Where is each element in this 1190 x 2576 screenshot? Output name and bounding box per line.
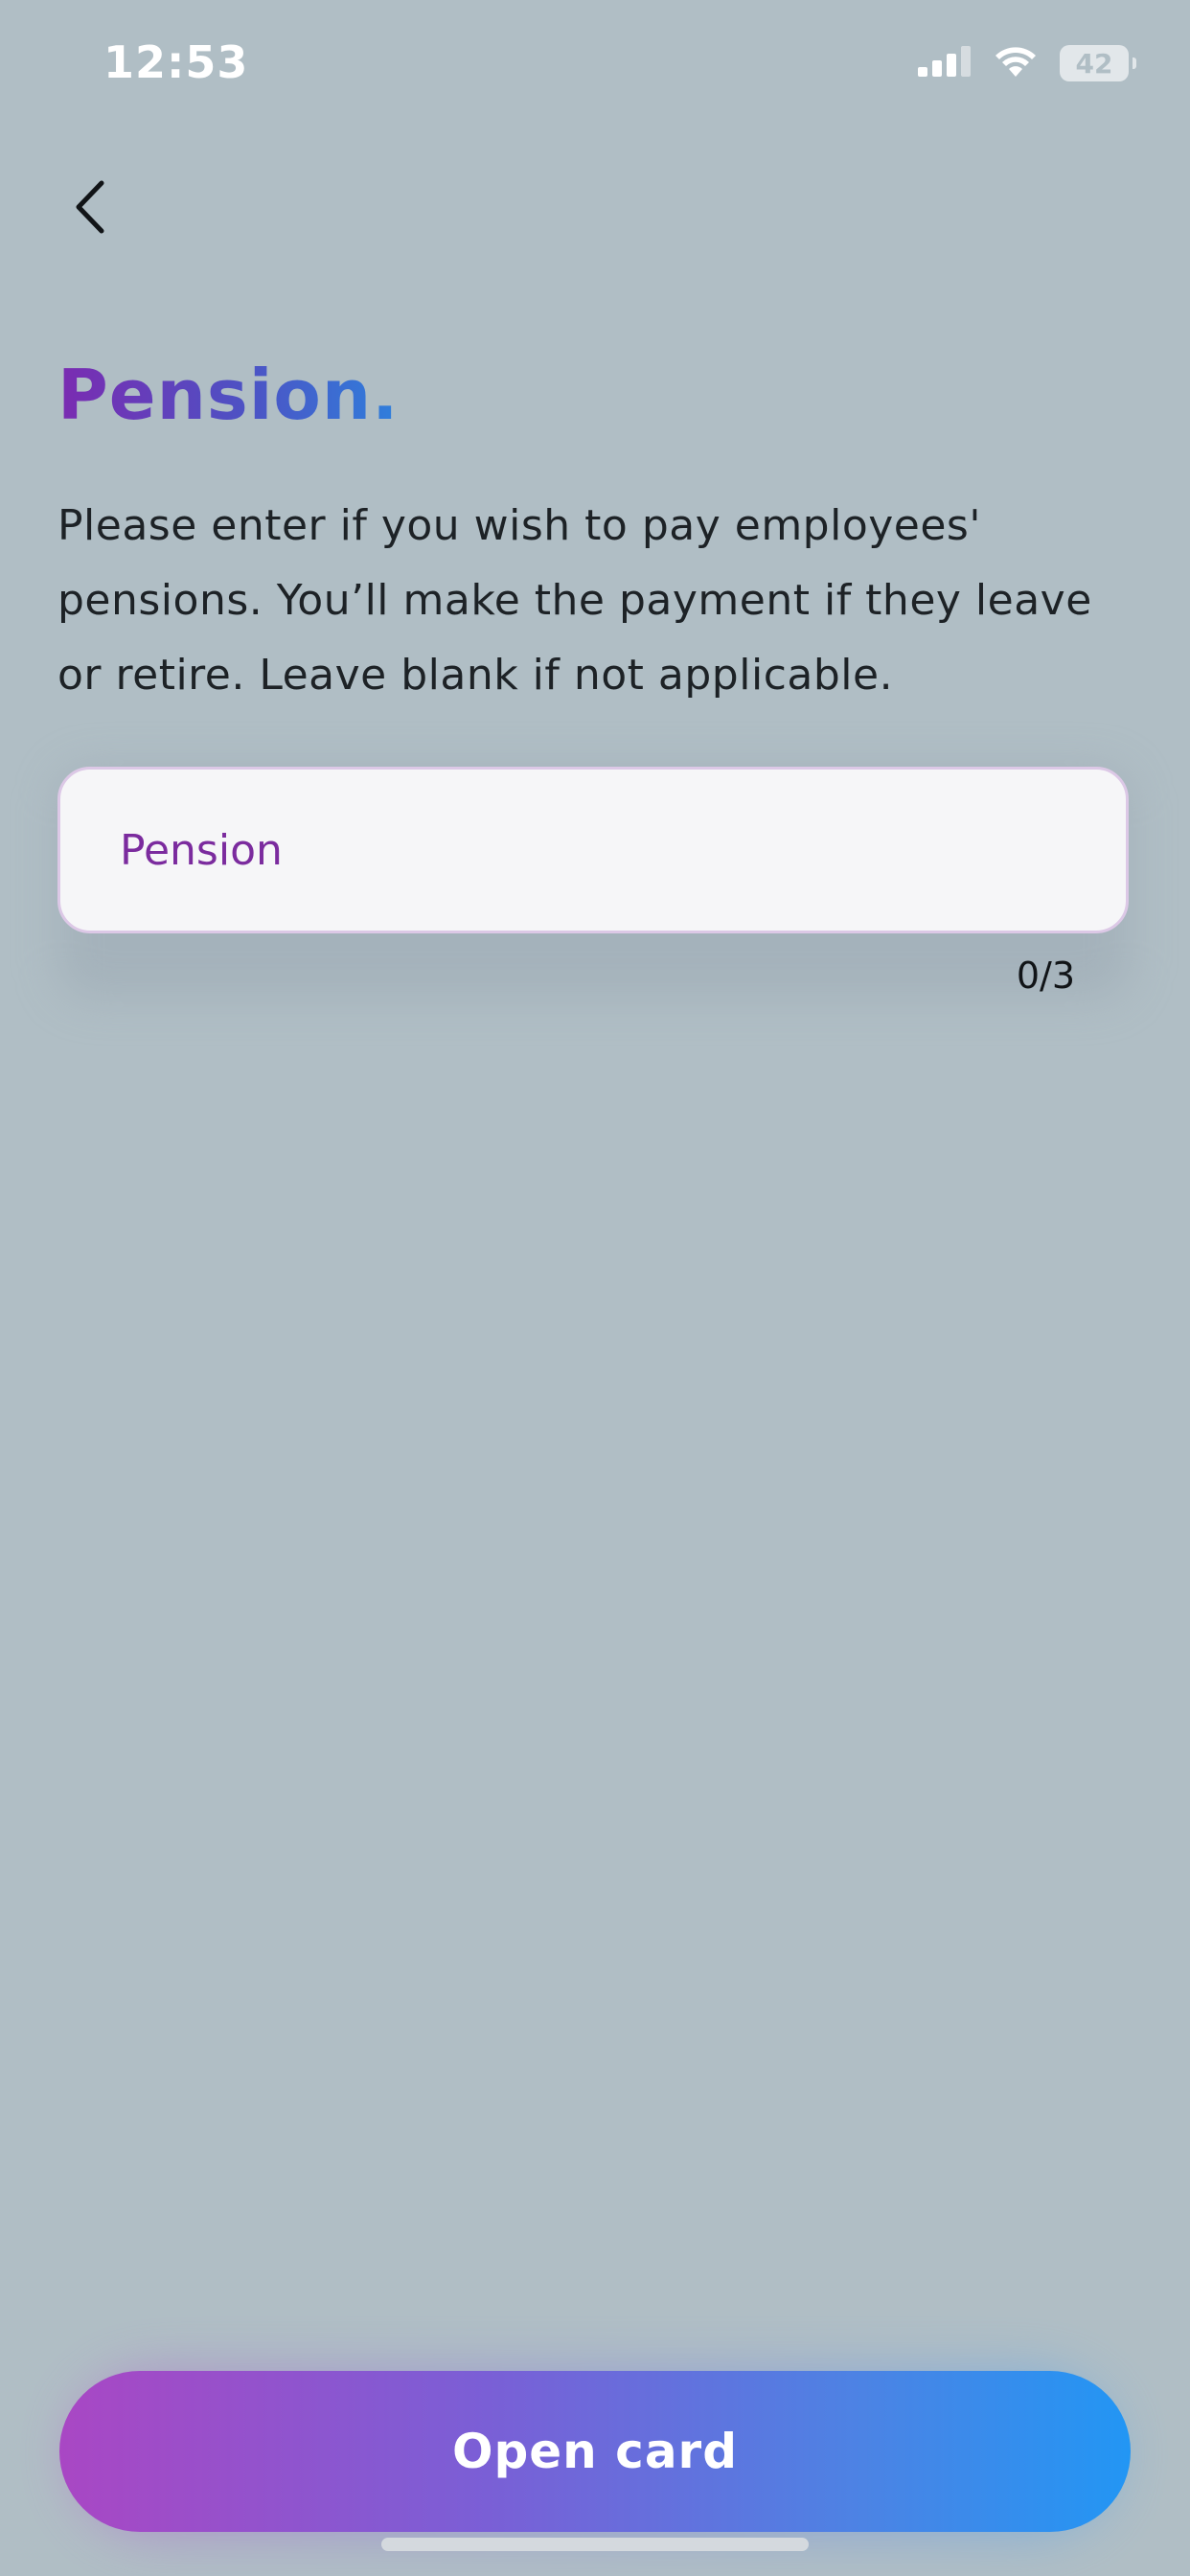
battery-icon: 42 xyxy=(1060,45,1136,81)
chevron-left-icon xyxy=(73,179,107,239)
cellular-signal-icon xyxy=(918,46,972,80)
back-button[interactable] xyxy=(52,171,128,247)
status-icons: 42 xyxy=(918,44,1136,82)
page-title: Pension. xyxy=(57,355,400,435)
pension-input[interactable] xyxy=(118,824,1126,876)
open-card-button-label: Open card xyxy=(451,2424,739,2479)
home-indicator xyxy=(381,2538,809,2551)
character-counter: 0/3 xyxy=(1016,954,1075,997)
description-text: Please enter if you wish to pay employee… xyxy=(57,501,1092,700)
status-bar: 12:53 42 xyxy=(0,0,1190,134)
wifi-icon xyxy=(993,44,1039,82)
status-time: 12:53 xyxy=(103,36,249,88)
open-card-button[interactable]: Open card xyxy=(59,2371,1131,2532)
pension-input-container[interactable] xyxy=(57,767,1129,933)
